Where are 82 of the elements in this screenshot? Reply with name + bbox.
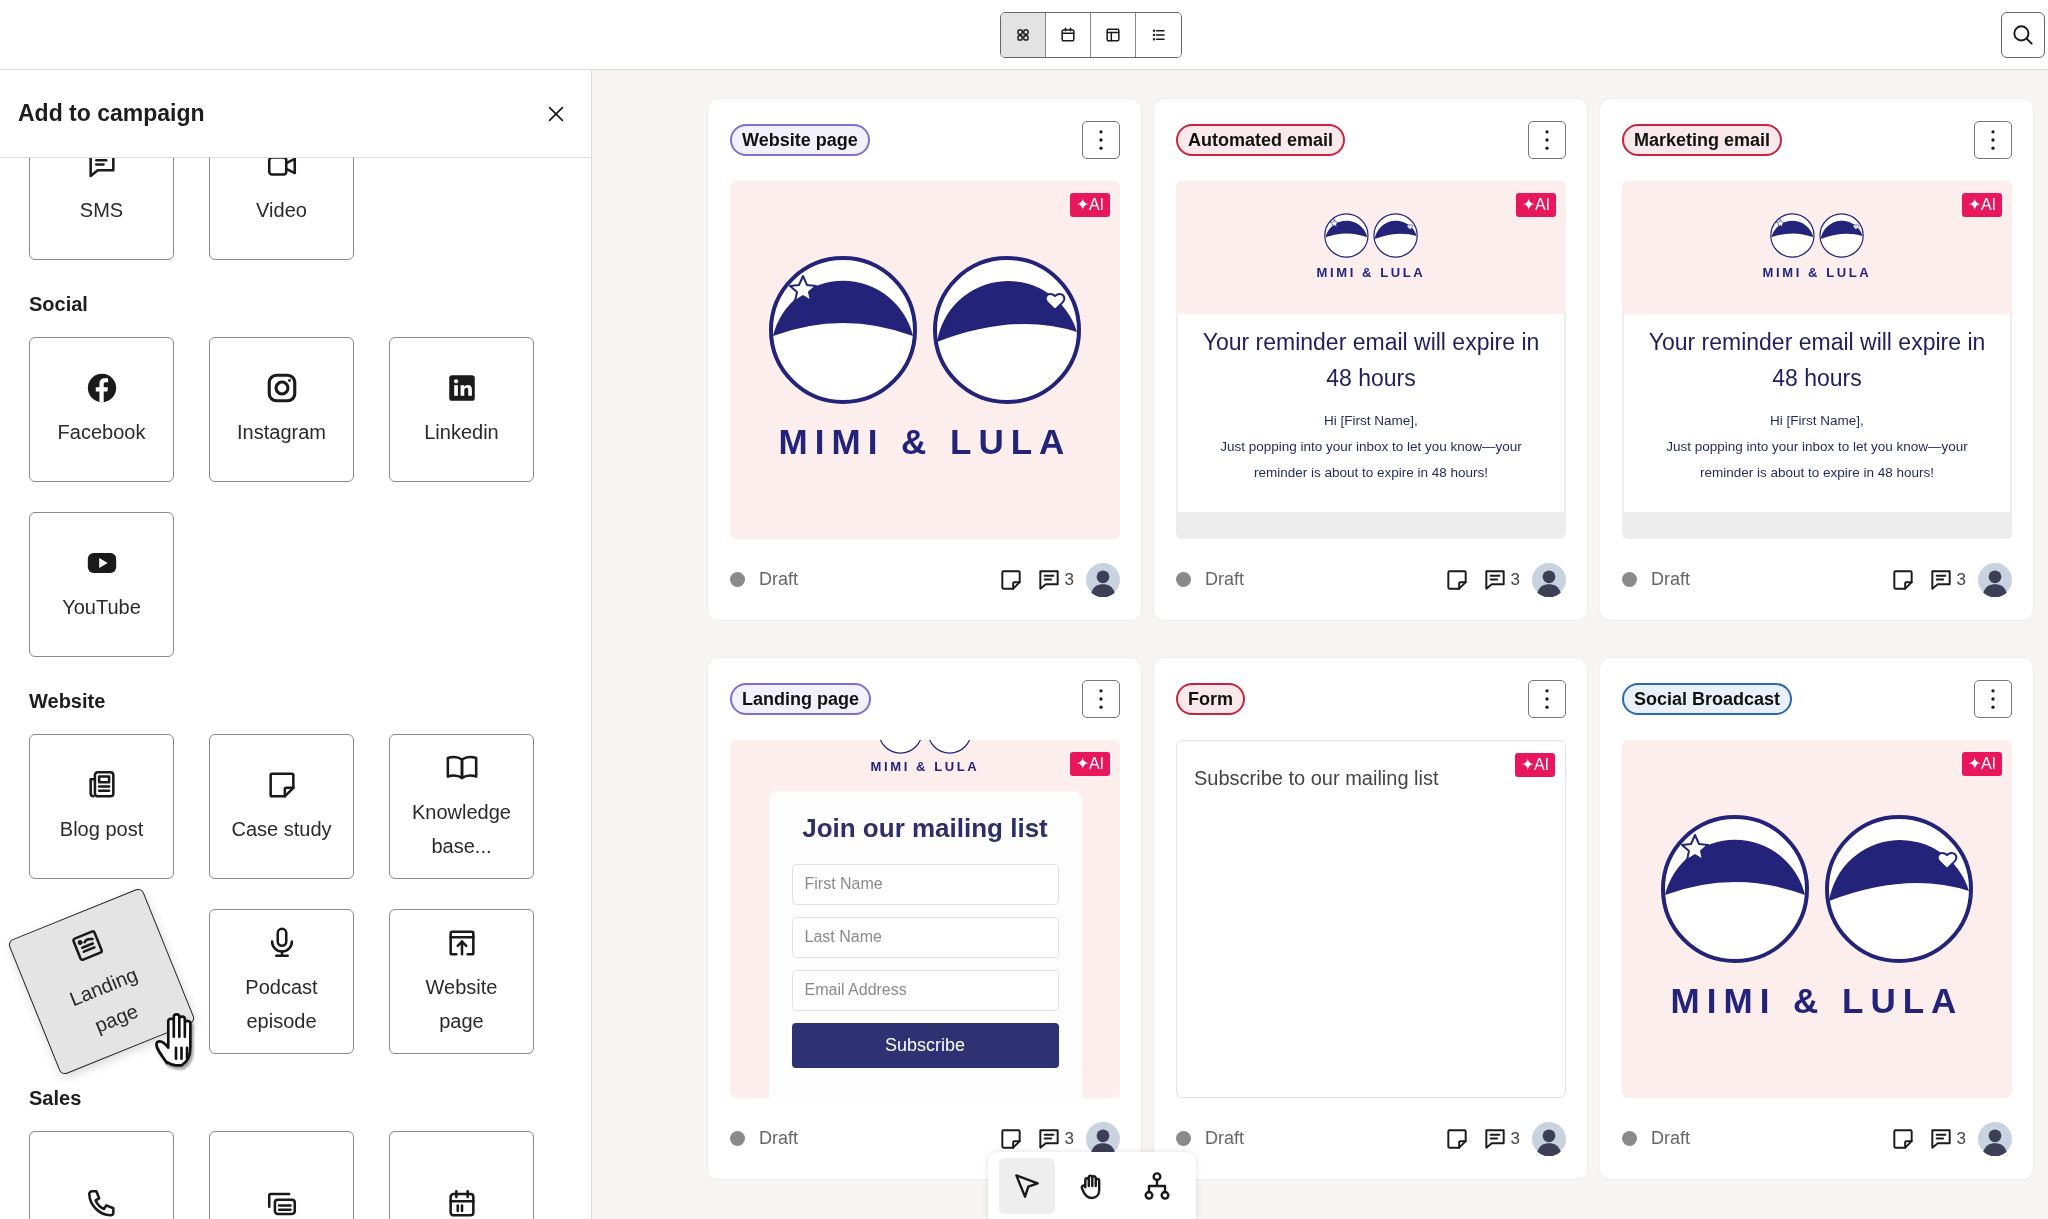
status-label: Draft bbox=[1205, 1127, 1244, 1150]
more-button[interactable] bbox=[1528, 121, 1566, 159]
content-type-tile[interactable]: Podcast episode bbox=[209, 909, 354, 1054]
type-tag: Automated email bbox=[1176, 124, 1346, 156]
content-type-tile[interactable]: Linkedin bbox=[389, 337, 534, 482]
type-tag: Social Broadcast bbox=[1622, 683, 1793, 715]
type-tag: Form bbox=[1176, 683, 1245, 715]
content-type-tile[interactable]: SMS bbox=[29, 158, 174, 260]
content-type-tile[interactable]: Facebook bbox=[29, 337, 174, 482]
comment-count: 3 bbox=[1956, 1127, 1966, 1150]
status-dot bbox=[1622, 1131, 1637, 1146]
status-label: Draft bbox=[759, 1127, 798, 1150]
email-greeting: Hi [First Name], bbox=[1769, 412, 1865, 430]
status-dot bbox=[730, 572, 745, 587]
type-tag: Website page bbox=[730, 124, 870, 156]
type-tag: Marketing email bbox=[1622, 124, 1783, 156]
content-type-tile[interactable]: Instagram bbox=[209, 337, 354, 482]
more-button[interactable] bbox=[1082, 121, 1120, 159]
ai-badge: ✦AI bbox=[1069, 193, 1110, 217]
status-dot bbox=[730, 1131, 745, 1146]
avatar bbox=[1086, 562, 1120, 597]
comment-count: 3 bbox=[1064, 568, 1074, 591]
form-title: Subscribe to our mailing list bbox=[1194, 766, 1439, 791]
kebab-menu-icon bbox=[1545, 130, 1549, 150]
logo-text: MIMI & LULA bbox=[1762, 264, 1872, 283]
ai-badge: ✦AI bbox=[1515, 193, 1556, 217]
content-type-tile[interactable]: Blog post bbox=[29, 734, 174, 879]
input-field[interactable]: Last Name bbox=[791, 916, 1059, 958]
input-field[interactable]: Email Address bbox=[791, 969, 1059, 1011]
status-label: Draft bbox=[1651, 568, 1690, 591]
logo-text: MIMI & LULA bbox=[870, 758, 980, 776]
comment-count: 3 bbox=[1064, 1127, 1074, 1150]
content-type-tile[interactable]: Website page bbox=[389, 909, 534, 1054]
panel-title: Add to campaign bbox=[18, 99, 205, 129]
comment-count: 3 bbox=[1510, 1127, 1520, 1150]
form-heading: Join our mailing list bbox=[801, 811, 1049, 845]
status-dot bbox=[1176, 1131, 1191, 1146]
ai-badge: ✦AI bbox=[1961, 193, 2002, 217]
input-field[interactable]: First Name bbox=[791, 863, 1059, 905]
comment-count: 3 bbox=[1510, 568, 1520, 591]
subscribe-button[interactable]: Subscribe bbox=[791, 1022, 1059, 1068]
section-title: Website bbox=[29, 689, 107, 713]
email-body: Just popping into your inbox to let you know—your reminder is about to expire in 48 hours! bbox=[1665, 438, 1969, 482]
more-button[interactable] bbox=[1082, 680, 1120, 718]
avatar bbox=[1978, 562, 2012, 597]
kebab-menu-icon bbox=[1991, 689, 1995, 709]
logo-text: MIMI & LULA bbox=[1670, 979, 1964, 1022]
content-type-tile[interactable]: Case study bbox=[209, 734, 354, 879]
avatar bbox=[1978, 1121, 2012, 1156]
kebab-menu-icon bbox=[1099, 130, 1103, 150]
avatar bbox=[1532, 562, 1566, 597]
comment-count: 3 bbox=[1956, 568, 1966, 591]
status-label: Draft bbox=[1205, 568, 1244, 591]
status-dot bbox=[1176, 572, 1191, 587]
email-heading: Your reminder email will expire in 48 hours bbox=[1647, 328, 1987, 393]
content-type-tile[interactable]: Knowledge base... bbox=[389, 734, 534, 879]
view-toggle-button[interactable] bbox=[1001, 12, 1046, 57]
status-dot bbox=[1622, 572, 1637, 587]
status-label: Draft bbox=[1651, 1127, 1690, 1150]
kebab-menu-icon bbox=[1991, 130, 1995, 150]
ai-badge: ✦AI bbox=[1514, 753, 1555, 777]
content-type-tile[interactable]: YouTube bbox=[29, 512, 174, 657]
type-tag: Landing page bbox=[730, 683, 871, 715]
section-title: Social bbox=[29, 292, 89, 316]
logo-text: MIMI & LULA bbox=[1316, 264, 1426, 283]
avatar bbox=[1532, 1121, 1566, 1156]
kebab-menu-icon bbox=[1545, 689, 1549, 709]
more-button[interactable] bbox=[1974, 121, 2012, 159]
ai-badge: ✦AI bbox=[1961, 752, 2002, 776]
email-body: Just popping into your inbox to let you know—your reminder is about to expire in 48 hours! bbox=[1219, 438, 1523, 482]
kebab-menu-icon bbox=[1099, 689, 1103, 709]
section-title: Sales bbox=[29, 1086, 83, 1110]
content-type-tile[interactable]: Video bbox=[209, 158, 354, 260]
tool-button[interactable] bbox=[998, 1157, 1055, 1214]
email-heading: Your reminder email will expire in 48 hours bbox=[1201, 328, 1541, 393]
ai-badge: ✦AI bbox=[1069, 752, 1110, 776]
more-button[interactable] bbox=[1974, 680, 2012, 718]
more-button[interactable] bbox=[1528, 680, 1566, 718]
status-label: Draft bbox=[759, 568, 798, 591]
logo-text: MIMI & LULA bbox=[778, 420, 1072, 463]
search-button[interactable] bbox=[2001, 11, 2045, 58]
email-greeting: Hi [First Name], bbox=[1323, 412, 1419, 430]
